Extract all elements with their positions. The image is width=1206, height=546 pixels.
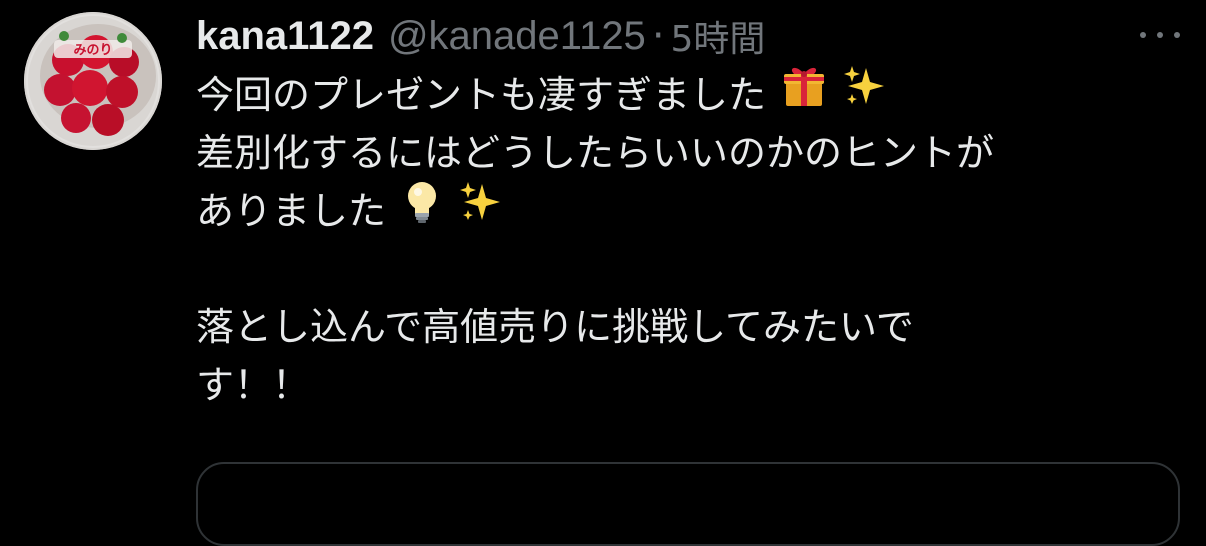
tweet-line-text: 差別化するにはどうしたらいいのかのヒントが (196, 131, 995, 175)
light-bulb-icon (402, 180, 442, 240)
gift-icon (782, 64, 826, 124)
tweet-line: 落とし込んで高値売りに挑戦してみたいで (196, 298, 1156, 356)
svg-text:みのり: みのり (73, 43, 112, 58)
tweet-line-text: 落とし込んで高値売りに挑戦してみたいで (196, 305, 914, 349)
tweet-line-text: 今回のプレゼントも凄すぎました (196, 73, 767, 117)
more-dot (1157, 32, 1163, 38)
avatar-image: みのり (24, 12, 162, 150)
tweet-text: 今回のプレゼントも凄すぎました 差別化するにはどうしたらいいのかのヒントが あり… (196, 64, 1156, 414)
more-dot (1140, 32, 1146, 38)
user-handle[interactable]: @kanade1125 (388, 14, 646, 59)
tweet-line: 差別化するにはどうしたらいいのかのヒントが (196, 124, 1156, 182)
tweet-header: kana1122 @kanade1125 · 5時間 (196, 8, 765, 64)
tweet-line-text: ありました (196, 189, 387, 233)
tweet-line: 今回のプレゼントも凄すぎました (196, 64, 1156, 124)
separator-dot: · (651, 13, 665, 59)
tweet-line: ありました (196, 180, 1156, 240)
more-dot (1174, 32, 1180, 38)
display-name[interactable]: kana1122 (196, 14, 374, 59)
tweet-line-text: す！！ (196, 363, 311, 407)
tweet-line: す！！ (196, 356, 1156, 414)
tweet[interactable]: みのり kana1122 @kanade1125 · 5時間 今回のプレゼントも… (0, 0, 1206, 546)
sparkles-icon (842, 64, 886, 124)
quoted-card[interactable] (196, 462, 1180, 546)
more-options-icon[interactable] (1140, 20, 1180, 50)
sparkles-icon (458, 180, 502, 240)
avatar[interactable]: みのり (24, 12, 162, 150)
timestamp[interactable]: 5時間 (671, 10, 766, 62)
